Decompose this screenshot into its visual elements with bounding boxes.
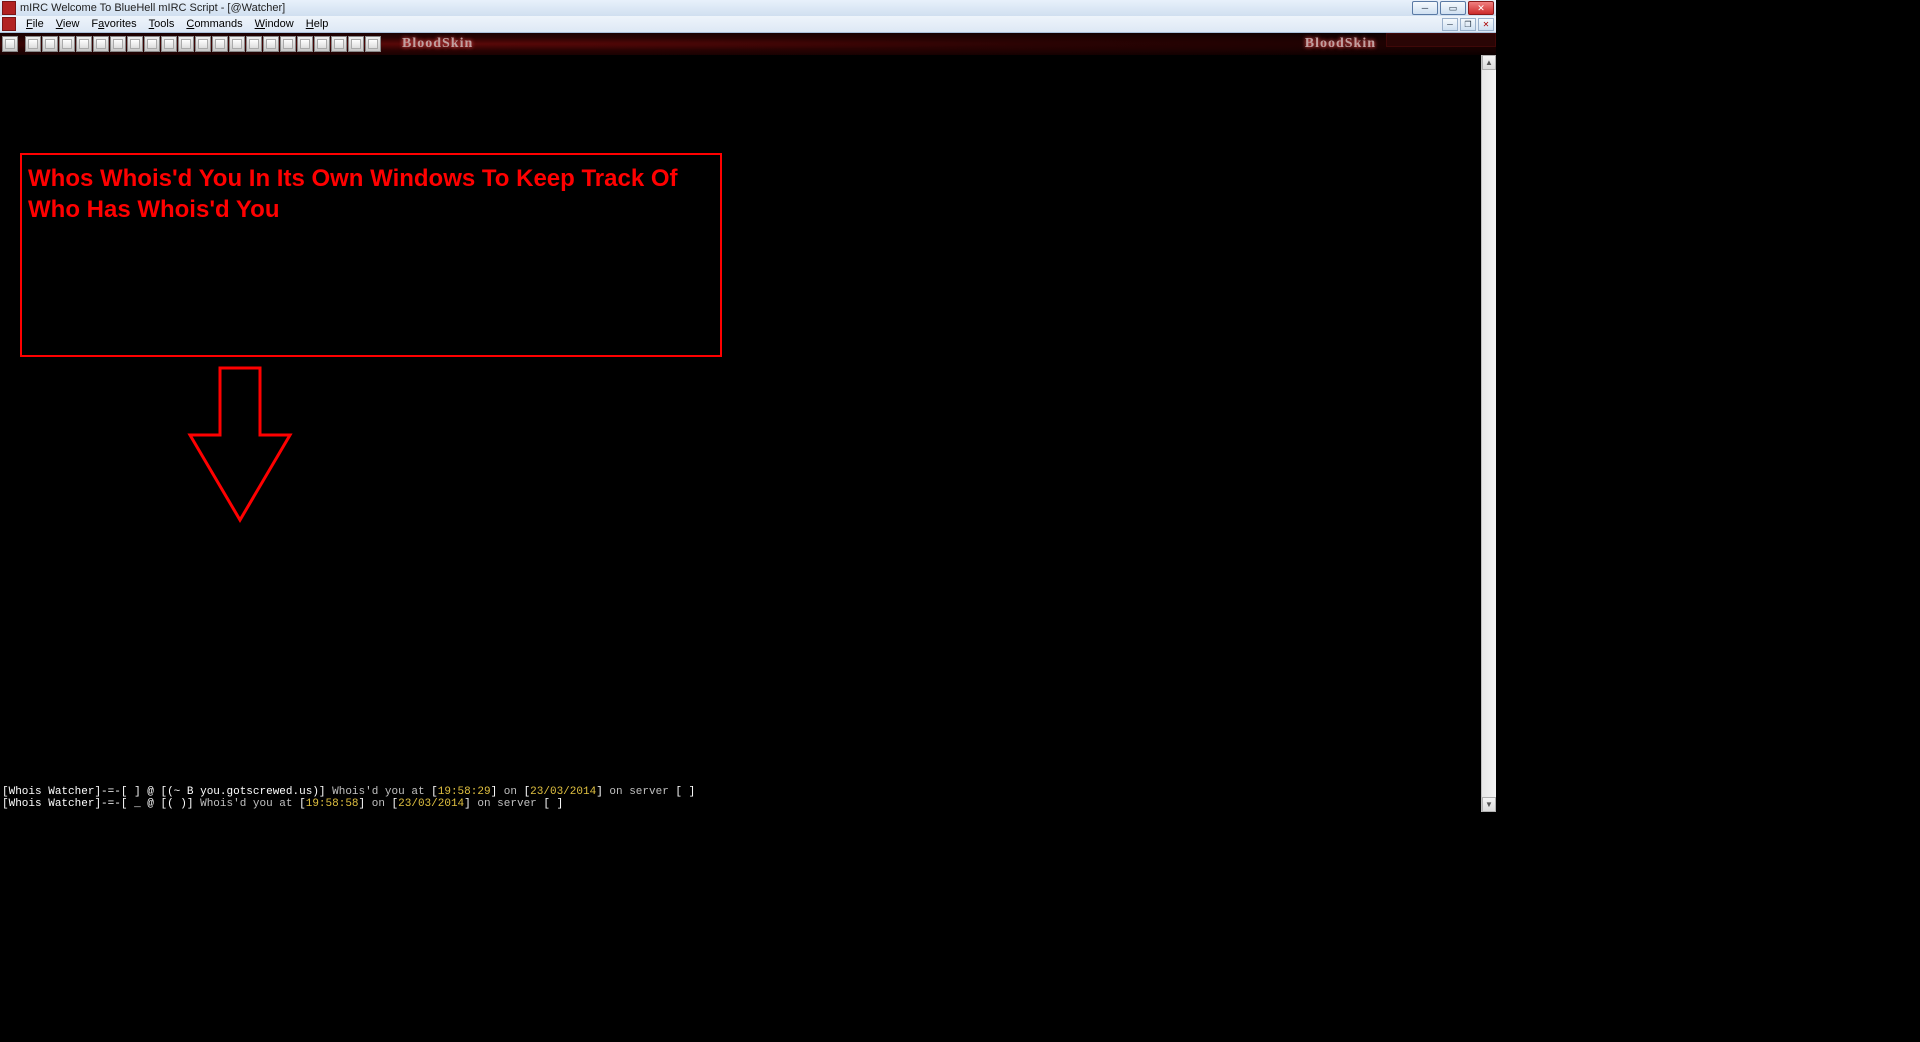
window-title: mIRC Welcome To BlueHell mIRC Script - [… — [20, 2, 1412, 14]
mdi-restore-button[interactable]: ❐ — [1460, 18, 1476, 31]
scroll-down-button[interactable]: ▼ — [1482, 797, 1496, 812]
menu-file[interactable]: File — [20, 18, 50, 30]
switchbar-item[interactable] — [212, 36, 228, 52]
menu-window[interactable]: Window — [249, 18, 300, 30]
switchbar-item[interactable] — [59, 36, 75, 52]
switchbar-item[interactable] — [42, 36, 58, 52]
vertical-scrollbar[interactable]: ▲ ▼ — [1481, 55, 1496, 812]
menubar: File View Favorites Tools Commands Windo… — [0, 16, 1496, 33]
switchbar-item[interactable] — [178, 36, 194, 52]
app-window: mIRC Welcome To BlueHell mIRC Script - [… — [0, 0, 1496, 812]
switchbar-item[interactable] — [195, 36, 211, 52]
skin-brand-right: BloodSkin — [1305, 36, 1376, 52]
window-buttons: ─ ▭ ✕ — [1412, 1, 1494, 15]
switchbar-item[interactable] — [93, 36, 109, 52]
menu-help[interactable]: Help — [300, 18, 335, 30]
menu-view[interactable]: View — [50, 18, 86, 30]
menu-tools[interactable]: Tools — [143, 18, 181, 30]
switchbar-item[interactable] — [263, 36, 279, 52]
annotation-callout-box: Whos Whois'd You In Its Own Windows To K… — [20, 153, 722, 357]
mdi-close-button[interactable]: ✕ — [1478, 18, 1494, 31]
switchbar-item[interactable] — [229, 36, 245, 52]
annotation-text: Whos Whois'd You In Its Own Windows To K… — [28, 163, 714, 225]
switchbar-item[interactable] — [25, 36, 41, 52]
switchbar-item[interactable] — [280, 36, 296, 52]
client-area: Whos Whois'd You In Its Own Windows To K… — [0, 55, 1496, 812]
close-button[interactable]: ✕ — [1468, 1, 1494, 15]
maximize-button[interactable]: ▭ — [1440, 1, 1466, 15]
switchbar-item[interactable] — [314, 36, 330, 52]
skin-brand-left: BloodSkin — [402, 36, 473, 52]
switchbar-item[interactable] — [246, 36, 262, 52]
switchbar-item[interactable] — [161, 36, 177, 52]
switchbar-item[interactable] — [297, 36, 313, 52]
switchbar: BloodSkin BloodSkin — [0, 33, 1496, 55]
arrow-down-icon — [185, 365, 295, 525]
mdi-child-icon[interactable] — [2, 17, 16, 31]
switchbar-item[interactable] — [348, 36, 364, 52]
scroll-track[interactable] — [1482, 70, 1496, 797]
titlebar[interactable]: mIRC Welcome To BlueHell mIRC Script - [… — [0, 0, 1496, 16]
switchbar-item[interactable] — [127, 36, 143, 52]
menu-commands[interactable]: Commands — [180, 18, 248, 30]
scroll-up-button[interactable]: ▲ — [1482, 55, 1496, 70]
menu-favorites[interactable]: Favorites — [85, 18, 142, 30]
switchbar-item[interactable] — [110, 36, 126, 52]
mdi-buttons: ─ ❐ ✕ — [1442, 18, 1494, 31]
whois-log: [Whois Watcher]-=-[ ] @ [(~ B you.gotscr… — [0, 786, 1481, 812]
log-line: [Whois Watcher]-=-[ ] @ [(~ B you.gotscr… — [2, 786, 1479, 798]
switchbar-item[interactable] — [76, 36, 92, 52]
mdi-minimize-button[interactable]: ─ — [1442, 18, 1458, 31]
watcher-window: Whos Whois'd You In Its Own Windows To K… — [0, 55, 1481, 812]
log-line: [Whois Watcher]-=-[ _ @ [( )] Whois'd yo… — [2, 798, 1479, 810]
switchbar-item[interactable] — [2, 36, 18, 52]
minimize-button[interactable]: ─ — [1412, 1, 1438, 15]
switchbar-item[interactable] — [331, 36, 347, 52]
app-icon — [2, 1, 16, 15]
switchbar-item[interactable] — [365, 36, 381, 52]
switchbar-item[interactable] — [144, 36, 160, 52]
toolbar-right-panel — [1386, 33, 1496, 47]
